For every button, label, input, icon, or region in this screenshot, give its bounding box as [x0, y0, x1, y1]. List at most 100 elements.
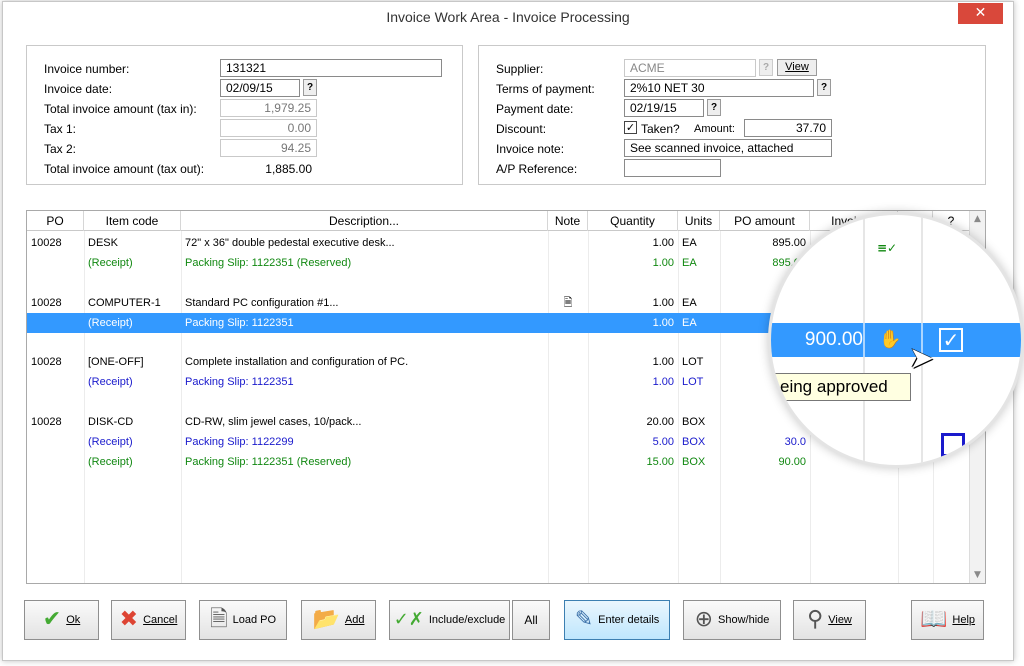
- cell-item-code: DISK-CD: [88, 416, 134, 428]
- header-item-code[interactable]: Item code: [84, 211, 181, 231]
- discount-taken-checkbox[interactable]: ✓: [624, 121, 637, 134]
- view-button-label: View: [828, 614, 852, 626]
- cell-note: [548, 253, 588, 273]
- cell-note: [548, 233, 588, 253]
- magnifier-icon: ⚲: [807, 607, 824, 632]
- cell-units: BOX: [682, 416, 706, 428]
- cell-quantity: 1.00: [652, 257, 674, 269]
- col-divider: [548, 231, 549, 583]
- invoiced-status-icon: ≡✓: [877, 241, 898, 255]
- cell-po: 10028: [31, 416, 62, 428]
- payment-date-label: Payment date:: [496, 102, 574, 116]
- approval-tooltip: eing approved: [773, 373, 911, 401]
- cell-po: 10028: [31, 237, 62, 249]
- total-tax-in-field: 1,979.25: [220, 99, 317, 117]
- show-hide-button[interactable]: ⊕ Show/hide: [683, 600, 781, 640]
- ap-reference-field[interactable]: [624, 159, 721, 177]
- invoice-number-field[interactable]: 131321: [220, 59, 442, 77]
- view-button[interactable]: ⚲ View: [793, 600, 866, 640]
- cell-item-code: (Receipt): [88, 317, 133, 329]
- cell-po-amount: 895.00: [772, 237, 806, 249]
- close-button[interactable]: ✕: [958, 3, 1003, 24]
- help-button[interactable]: 📖 Help: [911, 600, 984, 640]
- terms-lookup-button[interactable]: ?: [817, 79, 831, 96]
- header-note[interactable]: Note: [548, 211, 588, 231]
- discount-amount-field[interactable]: 37.70: [744, 119, 832, 137]
- terms-field[interactable]: 2%10 NET 30: [624, 79, 814, 97]
- header-po-amount[interactable]: PO amount: [720, 211, 810, 231]
- cell-po-amount: 90.00: [778, 456, 806, 468]
- invoice-note-label: Invoice note:: [496, 142, 565, 156]
- total-tax-out-value: 1,885.00: [265, 162, 312, 176]
- approval-hand-icon[interactable]: ✋: [879, 329, 901, 350]
- cell-po: [31, 313, 83, 333]
- cell-item-code: DESK: [88, 237, 118, 249]
- taken-label: Taken?: [641, 122, 680, 136]
- cell-note: [548, 432, 588, 452]
- cell-description: Packing Slip: 1122351 (Reserved): [185, 257, 352, 269]
- cell-description: Complete installation and configuration …: [185, 356, 409, 368]
- grid-header: PO Item code Description... Note Quantit…: [27, 211, 970, 231]
- header-units[interactable]: Units: [678, 211, 720, 231]
- payment-date-field[interactable]: 02/19/15: [624, 99, 704, 117]
- cell-item-code: (Receipt): [88, 257, 133, 269]
- supplier-label: Supplier:: [496, 62, 544, 76]
- payment-date-lookup-button[interactable]: ?: [707, 99, 721, 116]
- cell-description: Standard PC configuration #1...: [185, 297, 339, 309]
- ok-button-label: Ok: [66, 614, 81, 626]
- scroll-down-icon[interactable]: ▼: [970, 567, 985, 583]
- table-row[interactable]: (Receipt) Packing Slip: 1122351 (Reserved…: [27, 452, 970, 472]
- cell-note: [548, 313, 588, 333]
- invoice-date-label: Invoice date:: [44, 82, 113, 96]
- cell-quantity: 5.00: [652, 436, 674, 448]
- ap-reference-label: A/P Reference:: [496, 162, 578, 176]
- cell-note: [548, 352, 588, 372]
- invoice-date-lookup-button[interactable]: ?: [303, 79, 317, 96]
- invoice-note-field[interactable]: See scanned invoice, attached: [624, 139, 832, 157]
- cell-units: BOX: [682, 436, 706, 448]
- note-document-icon[interactable]: 🗎: [548, 293, 588, 313]
- enter-details-button-label: Enter details: [598, 614, 660, 626]
- tax1-label: Tax 1:: [44, 122, 77, 136]
- header-po[interactable]: PO: [27, 211, 84, 231]
- cell-item-code: (Receipt): [88, 376, 133, 388]
- cell-quantity: 20.00: [646, 416, 674, 428]
- load-po-button-label: Load PO: [232, 614, 277, 626]
- discount-label: Discount:: [496, 122, 547, 136]
- select-checkbox-checked[interactable]: ✓: [939, 328, 963, 352]
- cell-units: LOT: [682, 356, 704, 368]
- zoom-magnifier: ≡✓ 900.00 ✋ ✓ ➤ eing approved: [768, 212, 1024, 468]
- supplier-view-button[interactable]: View: [777, 59, 817, 76]
- cell-units: LOT: [682, 376, 704, 388]
- supplier-lookup-button[interactable]: ?: [759, 59, 773, 76]
- cell-po: 10028: [31, 297, 62, 309]
- cell-description: 72" x 36" double pedestal executive desk…: [185, 237, 395, 249]
- col-divider: [181, 231, 182, 583]
- load-document-icon: 🗎: [209, 607, 228, 632]
- include-exclude-button-label: Include/exclude: [428, 614, 506, 626]
- cell-po: [31, 253, 83, 273]
- col-divider: [720, 231, 721, 583]
- ok-button[interactable]: ✔ Ok: [24, 600, 99, 640]
- total-tax-out-label: Total invoice amount (tax out):: [44, 162, 205, 176]
- include-exclude-button[interactable]: ✓✗ Include/exclude: [389, 600, 510, 640]
- help-book-icon: 📖: [919, 607, 948, 632]
- enter-details-button[interactable]: ✎ Enter details: [564, 600, 670, 640]
- cell-quantity: 15.00: [646, 456, 674, 468]
- invoice-date-field[interactable]: 02/09/15: [220, 79, 300, 97]
- cancel-button[interactable]: ✖ Cancel: [111, 600, 186, 640]
- cell-description: Packing Slip: 1122351: [185, 376, 294, 388]
- all-button-label: All: [524, 613, 538, 627]
- cell-quantity: 1.00: [652, 317, 674, 329]
- load-po-button[interactable]: 🗎 Load PO: [199, 600, 287, 640]
- add-button[interactable]: 📂 Add: [301, 600, 376, 640]
- select-checkbox-empty[interactable]: [941, 433, 965, 457]
- tax2-field: 94.25: [220, 139, 317, 157]
- header-description[interactable]: Description...: [181, 211, 548, 231]
- mag-selected-row: 900.00 ✋ ✓: [771, 323, 1021, 357]
- all-button[interactable]: All: [512, 600, 550, 640]
- col-divider: [588, 231, 589, 583]
- tax1-field: 0.00: [220, 119, 317, 137]
- header-quantity[interactable]: Quantity: [588, 211, 678, 231]
- scroll-up-icon[interactable]: ▲: [970, 211, 985, 227]
